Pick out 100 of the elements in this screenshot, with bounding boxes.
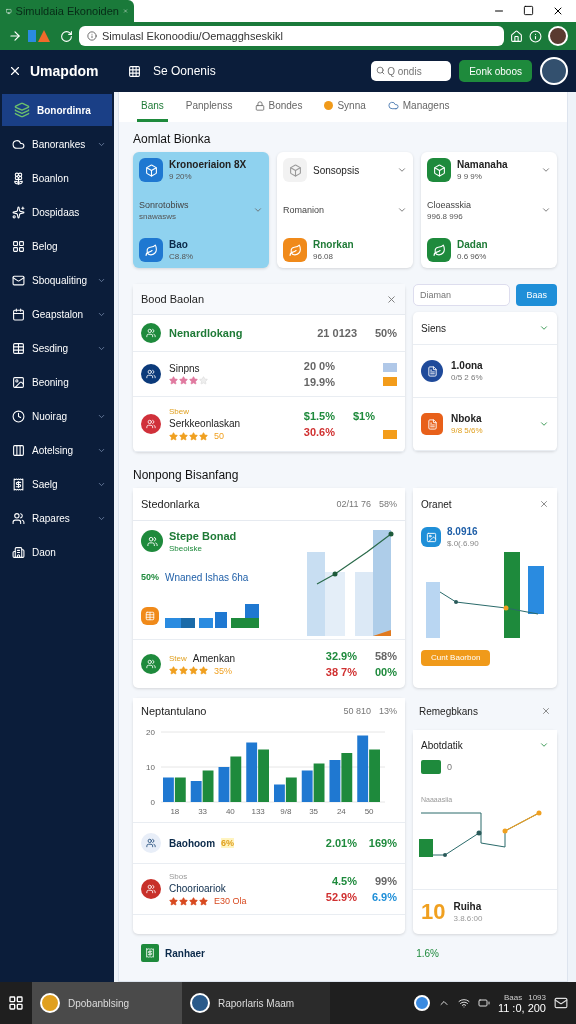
sidebar-item[interactable]: Rapares (0, 502, 114, 534)
row-icon (141, 879, 161, 899)
sidebar-item[interactable]: Aotelsing (0, 434, 114, 466)
sidebar-item[interactable]: Saelg (0, 468, 114, 500)
axis-label: 24 (336, 807, 346, 816)
row-icon (141, 833, 161, 853)
star-icon (169, 431, 178, 441)
row-name: Sinpns (169, 363, 201, 374)
bar (230, 756, 242, 802)
avatar[interactable] (548, 26, 568, 46)
sidebar-item[interactable]: Geapstalon (0, 298, 114, 330)
summary-card[interactable]: Sonsopsis Romanion Rnorkan 96.08 (277, 152, 413, 268)
item-subtitle: 9/8 5/6% (451, 426, 484, 435)
sidebar-item[interactable]: Belog (0, 230, 114, 262)
value-text: 30.6% (303, 426, 335, 438)
sidebar-item[interactable]: Nuoirag (0, 400, 114, 432)
value-text: $1% (352, 410, 375, 422)
item-icon (421, 360, 443, 382)
sidebar-item[interactable]: Sesding (0, 332, 114, 364)
battery-icon[interactable] (477, 997, 490, 1009)
summary-card[interactable]: Kronoeriaion 8X 9 20% Sonrotobiws snawasws Bao C8.8% (133, 152, 269, 268)
chevron-icon[interactable] (539, 419, 549, 429)
panel-title: Oranet (421, 498, 452, 510)
tab[interactable]: Bondes (250, 92, 307, 122)
chevron-icon[interactable] (253, 205, 263, 215)
bar (329, 760, 341, 802)
panel-meta: 50 810 (343, 706, 371, 716)
value-text: 00% (374, 666, 397, 678)
maximize-icon[interactable] (523, 5, 534, 16)
value-text: 19.9% (303, 376, 335, 388)
star-icon (179, 896, 188, 906)
tab[interactable]: Panplenss (181, 92, 237, 122)
sidebar-item[interactable]: Dospidaas (0, 196, 114, 228)
forward-icon[interactable] (8, 29, 22, 43)
filter-field[interactable]: Diaman (413, 284, 511, 306)
star-icon (179, 666, 188, 675)
image-icon (12, 375, 25, 389)
close-icon[interactable] (552, 5, 564, 17)
home-icon[interactable] (510, 29, 523, 43)
value-text: 169% (368, 837, 397, 849)
card-subtitle: snawasws (139, 211, 177, 221)
row-badge: 6% (221, 838, 235, 848)
star-icon (189, 666, 198, 675)
bar (301, 770, 313, 802)
chevron-icon[interactable] (541, 165, 551, 175)
taskbar-app[interactable]: Raporlaris Maam (182, 982, 330, 1024)
value-text: 21 0123 (317, 327, 357, 339)
card-subtitle: 996.8 996 (427, 211, 464, 221)
chevron-icon[interactable] (541, 205, 551, 215)
taskbar-app[interactable]: Dpobanblsing (32, 982, 182, 1024)
clock: 11 :0, 200 (497, 1001, 546, 1014)
card-subtitle: 9 9 9% (457, 172, 483, 181)
card-title: Bao (169, 239, 189, 250)
sidebar-item[interactable]: Daon (0, 536, 114, 568)
panel-title: Neptantulano (141, 705, 207, 717)
table-icon (12, 341, 25, 355)
row-icon (141, 323, 161, 343)
item-title: 8.0916 (447, 526, 479, 537)
address-field[interactable]: Simulasl Ekonoodiu/Oemagghseskikl (79, 26, 504, 46)
wifi-icon[interactable] (457, 997, 470, 1009)
sidebar-item[interactable]: Beoning (0, 366, 114, 398)
refresh-icon[interactable] (60, 29, 73, 43)
value-text: 2.01% (325, 837, 357, 849)
sidebar-item[interactable]: Banorankes (0, 128, 114, 160)
avatar[interactable] (540, 57, 568, 85)
card-title: Kronoeriaion 8X (169, 159, 248, 170)
action-button[interactable]: Eonk oboos (459, 60, 532, 82)
cloud-icon (387, 100, 399, 111)
chevron-icon[interactable] (397, 205, 407, 215)
section-title: Nonpong Bisanfang (133, 467, 240, 482)
chevron-icon[interactable] (397, 165, 407, 175)
filter-button[interactable]: Baas (516, 284, 557, 306)
sidebar-item[interactable]: Sboqualiting (0, 264, 114, 296)
sparkle-icon (12, 205, 25, 219)
panel-title: Remegbkans (419, 705, 478, 717)
tab[interactable]: Managens (383, 92, 454, 122)
grid-icon[interactable] (128, 64, 141, 78)
card-icon (427, 238, 451, 262)
value-text: 20 0% (303, 360, 335, 372)
tab[interactable]: Bans (137, 92, 168, 122)
chevron-icon[interactable] (539, 740, 549, 750)
sidebar-item[interactable]: Bonordinra (2, 94, 112, 126)
card-icon (283, 238, 307, 262)
mini-bar-icon (383, 362, 397, 386)
start-icon[interactable] (8, 995, 24, 1011)
star-icon (199, 376, 208, 385)
mini-bar-icon (383, 430, 397, 439)
card-label: Cloeasskia (427, 199, 473, 210)
columns-icon (12, 443, 25, 457)
info-icon[interactable] (529, 29, 542, 43)
close-icon[interactable] (8, 64, 22, 78)
chevron-icon[interactable] (539, 323, 549, 333)
summary-card[interactable]: Namanaha 9 9 9% Cloeasskia 996.8 996 Dadan 0.6 96% (421, 152, 557, 268)
bar (218, 767, 230, 802)
search-field[interactable]: Q ondis (371, 61, 452, 81)
tab[interactable]: Synna (320, 92, 370, 122)
sidebar-item[interactable]: Boanlon (0, 162, 114, 194)
card-title: Abotdatik (421, 739, 463, 751)
axis-label: 35 (309, 807, 319, 816)
panel-title: Stedonlarka (141, 498, 200, 510)
